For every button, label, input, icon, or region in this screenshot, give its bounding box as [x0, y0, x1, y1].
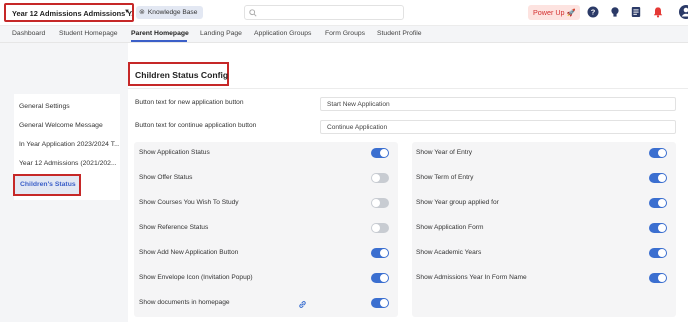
toggle-knob	[372, 224, 380, 232]
toggle-show-application-form[interactable]	[649, 223, 667, 233]
toggle-knob	[658, 199, 666, 207]
toggle-show-admissions-year-in-form-name[interactable]	[649, 273, 667, 283]
title-divider	[128, 88, 688, 89]
label-show-reference-status: Show Reference Status	[139, 224, 209, 231]
toggle-knob	[658, 224, 666, 232]
sidebar-item-label: Children's Status	[20, 181, 76, 188]
label-show-offer-status: Show Offer Status	[139, 174, 193, 181]
tab-form-groups[interactable]: Form Groups	[325, 30, 365, 37]
search-input[interactable]	[244, 5, 404, 20]
help-icon[interactable]: ?	[587, 6, 599, 18]
page-title: Children Status Config	[128, 62, 229, 86]
bell-icon[interactable]	[652, 6, 664, 18]
tab-student-profile[interactable]: Student Profile	[377, 30, 422, 37]
toggle-knob	[658, 249, 666, 257]
toggle-knob	[372, 199, 380, 207]
label-show-year-group-applied-for: Show Year group applied for	[416, 199, 499, 206]
power-up-label: Power Up	[533, 8, 565, 17]
search-icon	[249, 9, 257, 17]
toggle-show-envelope-icon-invitation-popup[interactable]	[371, 273, 389, 283]
toggle-knob	[658, 149, 666, 157]
toggle-knob	[380, 249, 388, 257]
label-show-envelope-icon-invitation-popup: Show Envelope Icon (Invitation Popup)	[139, 274, 253, 281]
power-up-button[interactable]: Power Up 🚀	[528, 5, 580, 20]
label-show-application-form: Show Application Form	[416, 224, 484, 231]
label-show-courses-you-wish-to-study: Show Courses You Wish To Study	[139, 199, 239, 206]
toggle-knob	[372, 174, 380, 182]
label-show-add-new-application-button: Show Add New Application Button	[139, 249, 239, 256]
svg-text:?: ?	[591, 8, 596, 17]
toggle-knob	[380, 149, 388, 157]
label-show-application-status: Show Application Status	[139, 149, 210, 156]
toggle-show-year-of-entry[interactable]	[649, 148, 667, 158]
toggle-knob	[658, 274, 666, 282]
toggle-show-add-new-application-button[interactable]	[371, 248, 389, 258]
toggle-show-offer-status[interactable]	[371, 173, 389, 183]
toggle-knob	[658, 174, 666, 182]
continue-application-button-text-label: Button text for continue application but…	[135, 122, 257, 129]
label-show-documents-in-homepage: Show documents in homepage	[139, 299, 230, 306]
tab-dashboard[interactable]: Dashboard	[12, 30, 45, 37]
close-icon[interactable]: ⊗	[139, 9, 145, 16]
tab-student-homepage[interactable]: Student Homepage	[59, 30, 118, 37]
toggle-show-courses-you-wish-to-study[interactable]	[371, 198, 389, 208]
application-selector[interactable]: Year 12 Admissions Admissions Y... ▼	[4, 3, 134, 22]
toggle-show-year-group-applied-for[interactable]	[649, 198, 667, 208]
sidebar-item-general-settings[interactable]: General Settings	[19, 103, 119, 110]
tab-bar: Dashboard Student Homepage Parent Homepa…	[0, 27, 688, 42]
toggle-knob	[380, 299, 388, 307]
knowledge-base-chip[interactable]: ⊗ Knowledge Base	[136, 6, 204, 19]
link-icon[interactable]	[298, 300, 307, 309]
sidebar-item-year-12-admissions[interactable]: Year 12 Admissions (2021/202...	[19, 160, 119, 167]
toggle-show-reference-status[interactable]	[371, 223, 389, 233]
toggle-show-academic-years[interactable]	[649, 248, 667, 258]
tab-parent-homepage[interactable]: Parent Homepage	[131, 30, 189, 37]
tab-landing-page[interactable]: Landing Page	[200, 30, 242, 37]
label-show-academic-years: Show Academic Years	[416, 249, 482, 256]
application-selector-label: Year 12 Admissions Admissions Y...	[12, 9, 134, 18]
tab-application-groups[interactable]: Application Groups	[254, 30, 311, 37]
avatar-icon[interactable]	[679, 5, 688, 19]
lightbulb-icon[interactable]	[609, 6, 621, 18]
knowledge-base-label: Knowledge Base	[147, 9, 198, 16]
label-show-admissions-year-in-form-name: Show Admissions Year In Form Name	[416, 274, 527, 281]
toggle-show-application-status[interactable]	[371, 148, 389, 158]
toggle-show-documents-in-homepage[interactable]	[371, 298, 389, 308]
label-show-year-of-entry: Show Year of Entry	[416, 149, 473, 156]
rocket-icon: 🚀	[566, 8, 576, 17]
sidebar-item-in-year-application[interactable]: In Year Application 2023/2024 T...	[19, 141, 119, 148]
toggle-knob	[380, 274, 388, 282]
sidebar-item-childrens-status[interactable]: Children's Status	[13, 174, 81, 196]
chevron-down-icon: ▼	[124, 9, 130, 15]
new-application-button-text-label: Button text for new application button	[135, 99, 244, 106]
top-bar: Year 12 Admissions Admissions Y... ▼ ⊗ Kn…	[0, 0, 688, 26]
toggle-show-term-of-entry[interactable]	[649, 173, 667, 183]
notes-icon[interactable]	[630, 6, 642, 18]
sidebar-item-general-welcome-message[interactable]: General Welcome Message	[19, 122, 119, 129]
label-show-term-of-entry: Show Term of Entry	[416, 174, 474, 181]
new-application-button-text-input[interactable]: Start New Application	[320, 97, 676, 111]
continue-application-button-text-input[interactable]: Continue Application	[320, 120, 676, 134]
